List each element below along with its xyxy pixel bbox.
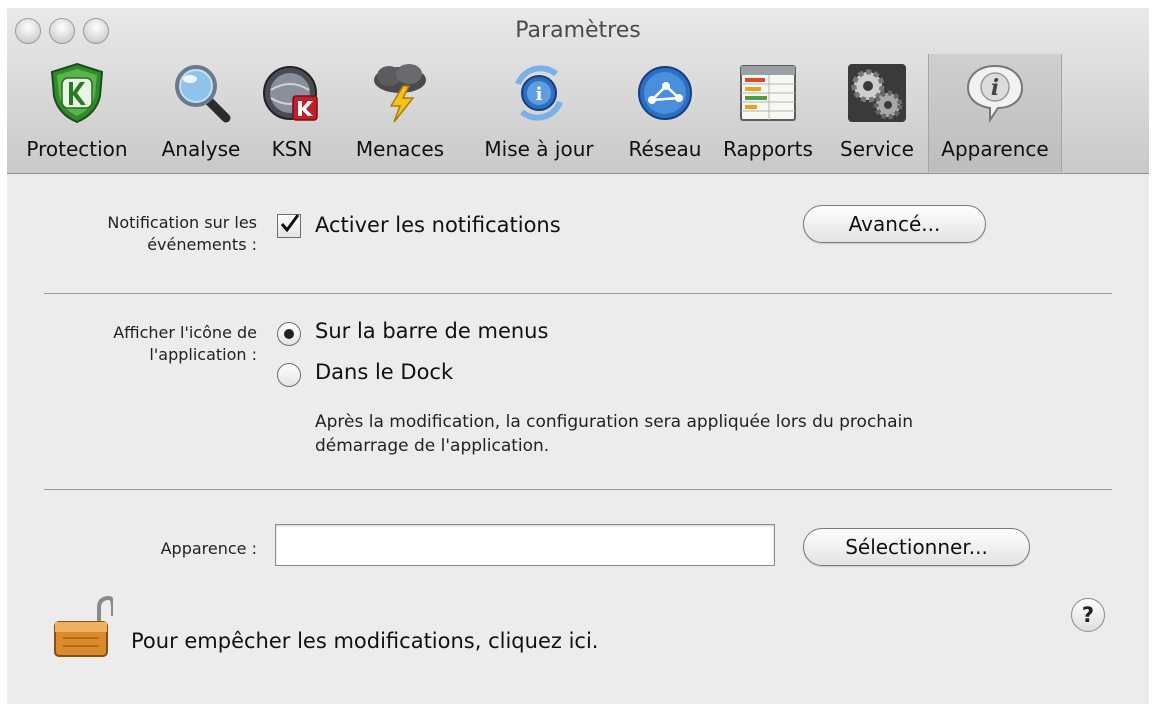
tab-service[interactable]: Service xyxy=(829,54,925,172)
gears-icon xyxy=(848,64,906,122)
radio-menu-bar-label[interactable]: Sur la barre de menus xyxy=(315,319,548,343)
tab-label: Analyse xyxy=(161,137,241,161)
radio-dock-label[interactable]: Dans le Dock xyxy=(315,360,453,384)
network-globe-icon xyxy=(638,66,692,120)
tab-reseau[interactable]: Réseau xyxy=(623,54,707,172)
advanced-button[interactable]: Avancé... xyxy=(803,205,986,243)
appearance-input[interactable] xyxy=(275,524,775,566)
checkmark-icon xyxy=(280,214,300,233)
notification-label: Notification sur les événements : xyxy=(107,213,257,254)
tab-menaces[interactable]: Menaces xyxy=(345,54,455,172)
window-title: Paramètres xyxy=(515,18,641,43)
ksn-globe-icon xyxy=(263,66,318,121)
tab-analyse[interactable]: Analyse xyxy=(153,54,249,172)
separator xyxy=(44,293,1112,294)
radio-dock[interactable] xyxy=(277,363,301,387)
tab-label: Service xyxy=(840,137,914,161)
toolbar: Paramètres Protection Analyse KSN Menace… xyxy=(7,8,1149,174)
lock-text[interactable]: Pour empêcher les modifications, cliquez… xyxy=(131,629,598,653)
tab-label: Protection xyxy=(26,137,128,161)
separator xyxy=(44,489,1112,490)
tab-ksn[interactable]: KSN xyxy=(259,54,325,172)
tab-label: Rapports xyxy=(723,137,813,161)
appearance-label: Apparence : xyxy=(160,539,257,558)
tab-mise-a-jour[interactable]: i Mise à jour xyxy=(465,54,613,172)
update-globe-icon: i xyxy=(515,65,563,121)
svg-text:i: i xyxy=(536,84,543,105)
restart-note: Après la modification, la configuration … xyxy=(315,412,913,456)
storm-cloud-icon xyxy=(374,64,426,123)
notifications-checkbox[interactable] xyxy=(277,214,301,238)
tab-label: Réseau xyxy=(628,137,702,161)
help-button[interactable]: ? xyxy=(1071,598,1105,632)
radio-selected-dot xyxy=(284,329,294,339)
magnifier-icon xyxy=(175,65,231,123)
tab-label: Apparence xyxy=(941,137,1049,161)
report-table-icon xyxy=(740,65,796,121)
tab-label: Mise à jour xyxy=(484,137,594,161)
tab-apparence[interactable]: i Apparence xyxy=(928,54,1062,172)
info-bubble-icon: i xyxy=(966,64,1024,124)
preferences-window: Paramètres Protection Analyse KSN Menace… xyxy=(7,8,1149,704)
shield-k-icon xyxy=(50,62,104,124)
tab-protection[interactable]: Protection xyxy=(15,54,139,172)
select-button[interactable]: Sélectionner... xyxy=(803,528,1030,566)
tab-label: KSN xyxy=(271,137,313,161)
notifications-checkbox-label[interactable]: Activer les notifications xyxy=(315,213,561,237)
tab-rapports[interactable]: Rapports xyxy=(715,54,821,172)
svg-text:i: i xyxy=(991,75,999,101)
tab-label: Menaces xyxy=(355,137,445,161)
app-icon-label: Afficher l'icône de l'application : xyxy=(113,323,257,364)
padlock-open-icon[interactable] xyxy=(51,594,113,658)
radio-menu-bar[interactable] xyxy=(277,322,301,346)
